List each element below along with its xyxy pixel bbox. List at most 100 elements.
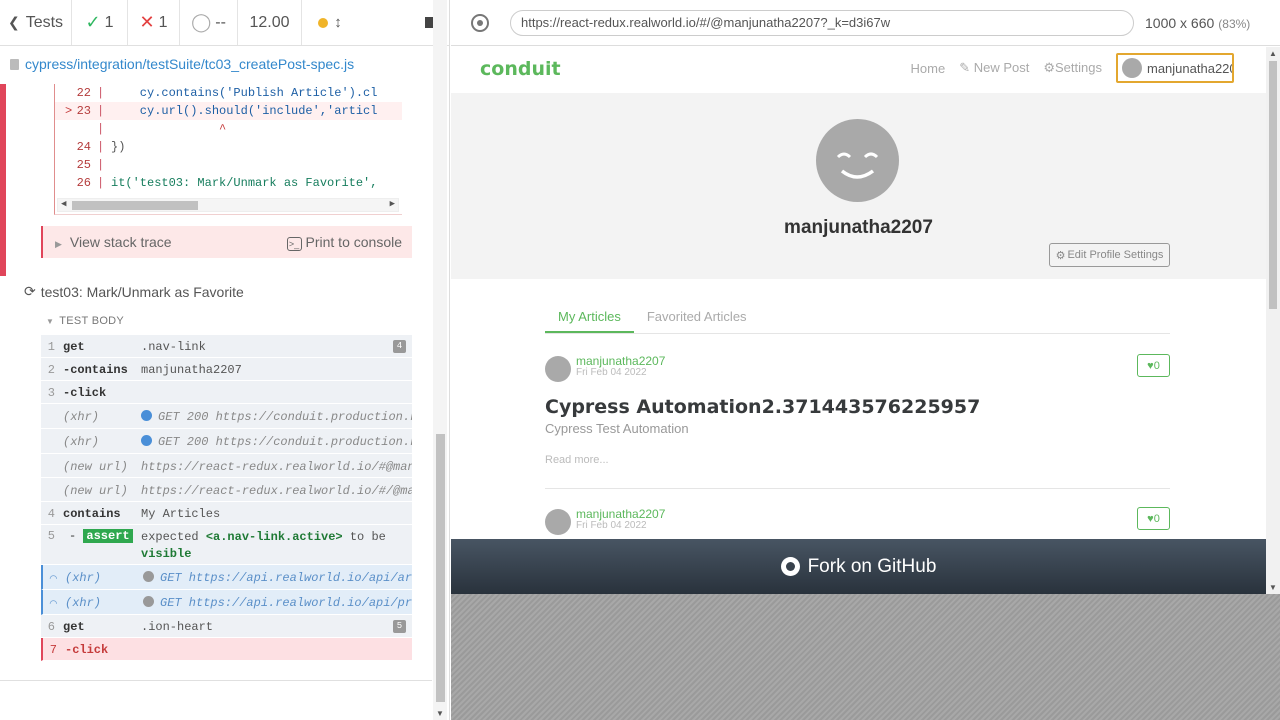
- command-row[interactable]: (xhr) GET 200 https://conduit.production…: [41, 429, 412, 454]
- reporter-divider: [0, 680, 432, 681]
- viewport-size[interactable]: 1000 x 660 (83%): [1145, 15, 1250, 31]
- author-link[interactable]: manjunatha2207: [576, 507, 665, 521]
- aut-background: [451, 594, 1280, 720]
- scroll-down-icon[interactable]: ▼: [1269, 583, 1277, 592]
- app-scrollbar[interactable]: ▲ ▼: [1266, 47, 1280, 594]
- application-frame: conduit Home ✎ New Post ⚙Settings manjun…: [451, 47, 1266, 594]
- vertical-arrows-icon: ↕: [334, 14, 342, 31]
- print-to-console-button[interactable]: >_ Print to console: [286, 234, 402, 251]
- command-row[interactable]: 1 get .nav-link 4: [41, 335, 412, 358]
- test-body-label: TEST BODY: [59, 315, 125, 327]
- scrollbar-thumb[interactable]: [436, 434, 445, 702]
- article-preview: manjunatha2207 Fri Feb 04 2022 ♥ 0 Cypres…: [545, 352, 1170, 489]
- author-link[interactable]: manjunatha2207: [576, 354, 665, 368]
- scrollbar-thumb[interactable]: [72, 201, 198, 210]
- article-date: Fri Feb 04 2022: [576, 367, 647, 378]
- article-title[interactable]: Cypress Automation2.371443576225957: [545, 396, 1170, 418]
- article-tabs: My Articles Favorited Articles: [545, 297, 1170, 334]
- favorite-button[interactable]: ♥ 0: [1137, 507, 1170, 530]
- command-name: -click: [65, 643, 109, 657]
- selector-playground-icon[interactable]: [471, 13, 489, 32]
- code-line-error: >23 | cy.url().should('include','articl: [55, 102, 402, 120]
- command-message: https://react-redux.realworld.io/#@manju…: [141, 460, 412, 474]
- command-message: GET https://api.realworld.io/api/article…: [160, 571, 412, 585]
- nav-links: Home ✎ New Post ⚙Settings manjunatha2207: [897, 53, 1234, 83]
- command-message: GET 200 https://conduit.production.k8s.r…: [158, 410, 412, 424]
- command-row[interactable]: (new url) https://react-redux.realworld.…: [41, 478, 412, 502]
- command-number: 6: [47, 620, 55, 634]
- autoscroll-toggle[interactable]: ↕: [302, 0, 358, 45]
- test-title-row[interactable]: ⟳ test03: Mark/Unmark as Favorite: [24, 283, 244, 300]
- command-number: 2: [47, 363, 55, 377]
- smiley-face-icon: [836, 152, 879, 179]
- command-row[interactable]: 4 contains My Articles: [41, 502, 412, 525]
- command-number: 4: [47, 507, 55, 521]
- spec-file-path[interactable]: cypress/integration/testSuite/tc03_creat…: [0, 53, 432, 75]
- xhr-status-dot-icon: [141, 410, 152, 421]
- command-name: (xhr): [65, 596, 102, 610]
- nav-settings-link[interactable]: ⚙Settings: [1043, 60, 1102, 76]
- edit-icon: ✎: [959, 60, 971, 75]
- favorite-button[interactable]: ♥ 0: [1137, 354, 1170, 377]
- url-bar[interactable]: https://react-redux.realworld.io/#/@manj…: [510, 9, 1134, 36]
- command-row[interactable]: 3 -click: [41, 381, 412, 404]
- code-frame: 22 | cy.contains('Publish Article').cl >2…: [54, 84, 402, 215]
- command-row-failed[interactable]: 7 -click: [41, 638, 412, 661]
- terminal-icon: >_: [286, 236, 302, 251]
- command-number: 3: [47, 386, 55, 400]
- pending-count: --: [215, 13, 226, 31]
- command-number: 1: [47, 340, 55, 354]
- command-log: 1 get .nav-link 4 2 -contains manjunatha…: [41, 335, 412, 661]
- assert-badge: assert: [83, 529, 133, 543]
- nav-home-link[interactable]: Home: [911, 61, 946, 76]
- tab-favorited-articles[interactable]: Favorited Articles: [634, 297, 760, 333]
- pending-stat: ◯ --: [180, 0, 238, 45]
- command-message: .ion-heart: [141, 620, 214, 634]
- brand-logo[interactable]: conduit: [480, 58, 561, 80]
- view-stack-trace-toggle[interactable]: ▶ View stack trace: [55, 234, 172, 250]
- command-row-pending[interactable]: ◠ (xhr) GET https://api.realworld.io/api…: [41, 590, 412, 615]
- scroll-down-icon[interactable]: ▼: [436, 709, 444, 718]
- aut-header: https://react-redux.realworld.io/#/@manj…: [451, 0, 1280, 46]
- scroll-right-icon[interactable]: ▶: [390, 199, 395, 209]
- command-row[interactable]: 2 -contains manjunatha2207: [41, 358, 412, 381]
- command-row[interactable]: (new url) https://react-redux.realworld.…: [41, 454, 412, 478]
- command-row-assert[interactable]: 5 - assert expected <a.nav-link.active> …: [41, 525, 412, 565]
- test-body-toggle[interactable]: ▼ TEST BODY: [46, 315, 124, 327]
- fork-on-github-banner[interactable]: Fork on GitHub: [451, 539, 1266, 594]
- author-avatar[interactable]: [545, 356, 571, 382]
- tests-button[interactable]: ❮ Tests: [0, 0, 72, 45]
- article-preview: manjunatha2207 Fri Feb 04 2022 ♥ 0: [545, 505, 1170, 535]
- nav-user-link[interactable]: manjunatha2207: [1116, 53, 1234, 83]
- code-horizontal-scrollbar[interactable]: ◀ ▶: [57, 198, 399, 212]
- error-pointer-icon: >: [65, 104, 73, 118]
- failed-count: 1: [158, 13, 168, 31]
- command-name: -click: [63, 386, 107, 400]
- command-name: get: [63, 620, 85, 634]
- author-avatar[interactable]: [545, 509, 571, 535]
- tab-my-articles[interactable]: My Articles: [545, 297, 634, 333]
- nav-new-post-label: New Post: [973, 60, 1030, 75]
- viewport-scale: (83%): [1218, 16, 1251, 31]
- line-number: 25: [76, 158, 91, 172]
- scrollbar-thumb[interactable]: [1269, 61, 1277, 309]
- code-line: 24 |}): [55, 138, 402, 156]
- avatar: [1122, 58, 1142, 78]
- chevron-left-icon: ❮: [7, 14, 20, 30]
- xhr-status-dot-icon: [141, 435, 152, 446]
- nav-new-post-link[interactable]: ✎ New Post: [959, 60, 1029, 76]
- edit-profile-settings-button[interactable]: ⚙ Edit Profile Settings: [1049, 243, 1170, 267]
- edit-profile-label: Edit Profile Settings: [1067, 249, 1164, 261]
- read-more-link[interactable]: Read more...: [545, 454, 1170, 466]
- scroll-up-icon[interactable]: ▲: [1269, 49, 1277, 58]
- command-row[interactable]: (xhr) GET 200 https://conduit.production…: [41, 404, 412, 429]
- gear-icon: ⚙: [1055, 249, 1066, 262]
- command-row-pending[interactable]: ◠ (xhr) GET https://api.realworld.io/api…: [41, 565, 412, 590]
- article-description: Cypress Test Automation: [545, 421, 689, 436]
- scroll-left-icon[interactable]: ◀: [61, 199, 66, 209]
- article-meta: manjunatha2207 Fri Feb 04 2022 ♥ 0: [545, 505, 1170, 535]
- stack-trace-row: ▶ View stack trace >_ Print to console: [41, 226, 412, 258]
- command-row[interactable]: 6 get .ion-heart 5: [41, 615, 412, 638]
- reporter-scrollbar[interactable]: ▼: [433, 0, 447, 720]
- check-icon: ✓: [85, 12, 101, 32]
